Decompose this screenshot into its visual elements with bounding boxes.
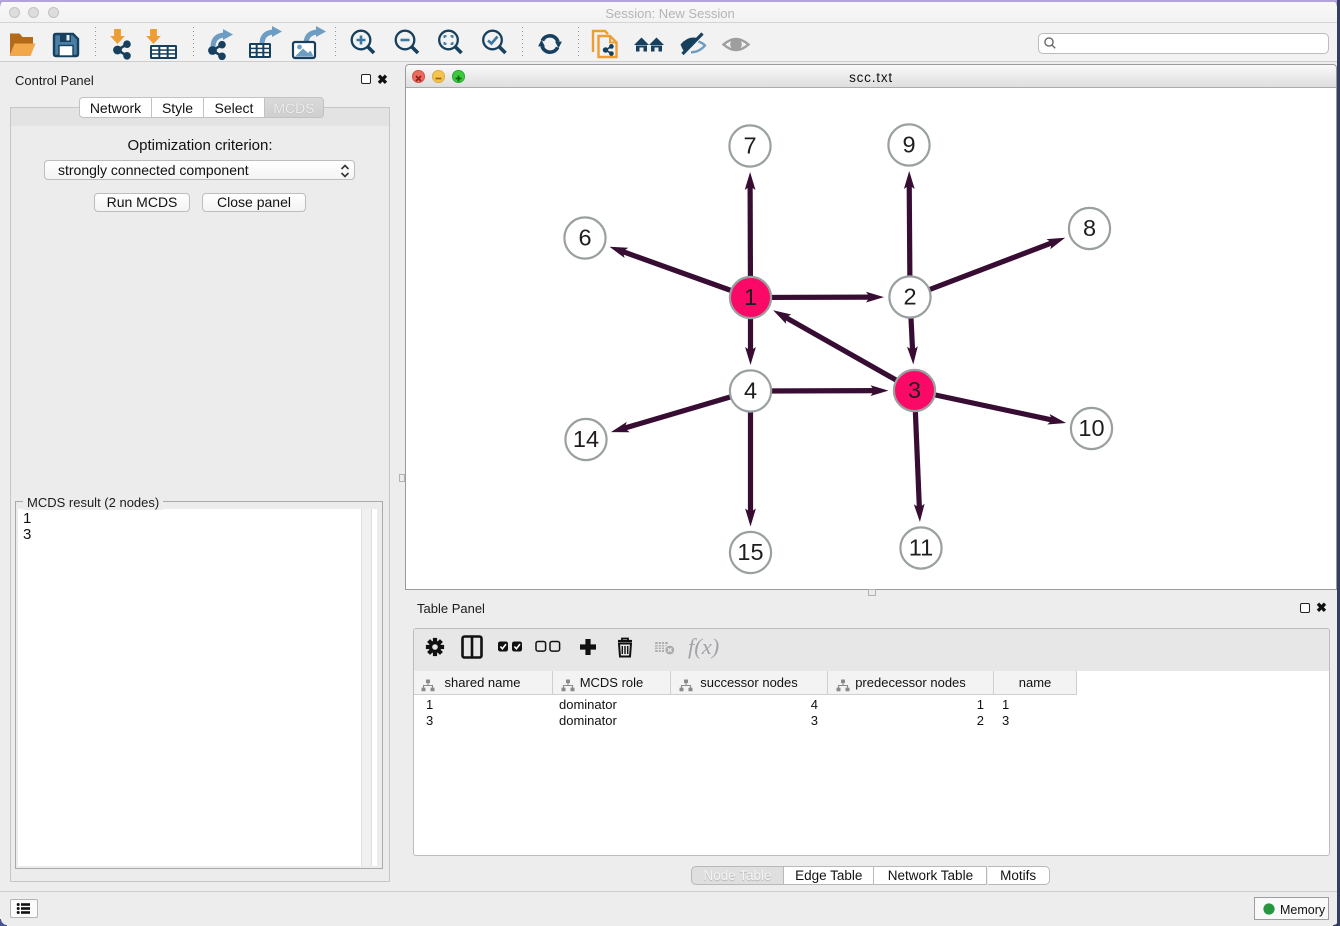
svg-text:9: 9	[902, 132, 915, 158]
svg-text:11: 11	[909, 535, 933, 561]
svg-text:15: 15	[737, 539, 763, 565]
svg-text:7: 7	[743, 133, 756, 159]
svg-text:14: 14	[573, 426, 599, 452]
svg-text:8: 8	[1083, 215, 1096, 241]
svg-text:1: 1	[744, 284, 757, 310]
svg-text:4: 4	[744, 378, 757, 404]
svg-text:2: 2	[903, 284, 916, 310]
svg-text:3: 3	[908, 377, 921, 403]
svg-text:6: 6	[578, 225, 591, 251]
svg-text:10: 10	[1078, 415, 1104, 441]
